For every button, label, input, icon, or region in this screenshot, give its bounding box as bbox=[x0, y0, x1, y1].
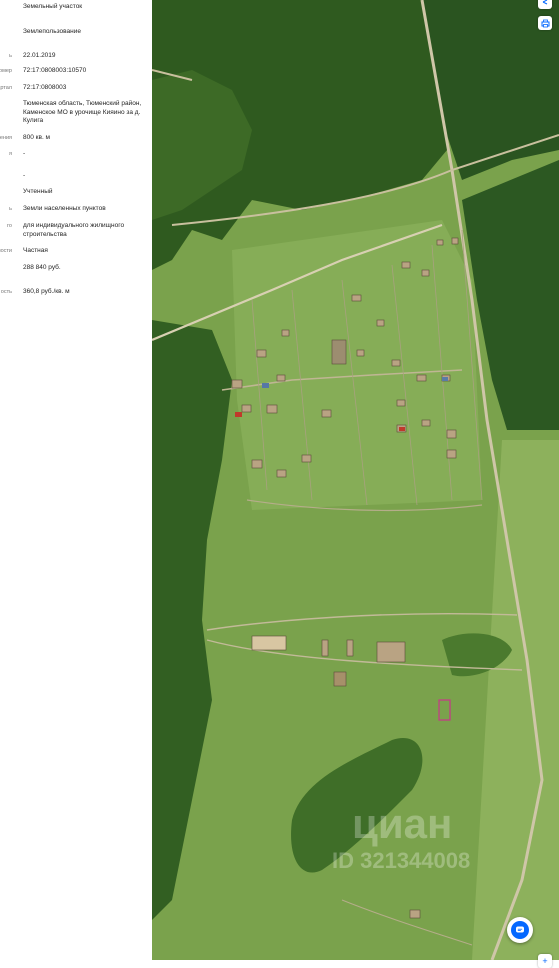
info-value: Учтенный bbox=[23, 188, 53, 195]
zoom-in-button[interactable]: + bbox=[538, 954, 552, 968]
info-value: - bbox=[23, 172, 26, 179]
watermark-brand: циан bbox=[352, 800, 453, 847]
info-value: 288 840 руб. bbox=[23, 264, 61, 271]
info-value: 72:17:0808003:10570 bbox=[23, 67, 87, 74]
info-label: я bbox=[9, 151, 12, 157]
info-value: 22.01.2019 bbox=[23, 52, 56, 59]
plus-icon: + bbox=[542, 955, 548, 966]
info-value: Земельный участок bbox=[23, 3, 83, 10]
info-value: 800 кв. м bbox=[23, 134, 51, 141]
info-label: ь bbox=[9, 206, 12, 212]
info-value: для индивидуального жилищного строительс… bbox=[23, 222, 125, 238]
info-value: 72:17:0808003 bbox=[23, 84, 67, 91]
satellite-map[interactable]: циан ID 321344008 bbox=[152, 0, 559, 960]
listing-info-panel: Земельный участок Землепользование ь 22.… bbox=[0, 0, 152, 960]
chat-button[interactable] bbox=[507, 917, 533, 943]
info-value: Земли населенных пунктов bbox=[23, 205, 106, 212]
chat-bubble-icon bbox=[511, 921, 529, 939]
info-value: - bbox=[23, 150, 26, 157]
info-value: 360,8 руб./кв. м bbox=[23, 288, 70, 295]
info-value: Частная bbox=[23, 247, 48, 254]
info-value: Тюменская область, Тюменский район, Каме… bbox=[23, 100, 142, 124]
info-label: артал bbox=[0, 85, 12, 91]
info-label: омер bbox=[0, 68, 12, 74]
info-label: ость bbox=[0, 289, 12, 295]
printer-icon bbox=[541, 19, 549, 27]
settlement-area bbox=[232, 220, 482, 510]
info-label: ности bbox=[0, 248, 12, 254]
info-label: ь bbox=[9, 53, 12, 59]
info-label: го bbox=[7, 223, 12, 229]
share-button[interactable] bbox=[538, 0, 552, 9]
share-icon bbox=[542, 0, 548, 5]
watermark-id: ID 321344008 bbox=[332, 848, 471, 873]
info-value: Землепользование bbox=[23, 28, 81, 35]
info-label: ения bbox=[0, 135, 12, 141]
print-button[interactable] bbox=[538, 16, 552, 30]
